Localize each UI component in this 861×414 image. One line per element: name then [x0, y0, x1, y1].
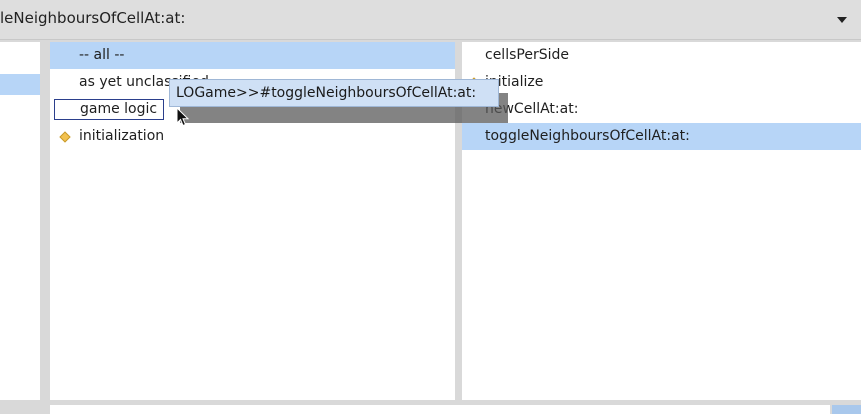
protocol-label: game logic	[80, 101, 158, 117]
method-item-cellsperside[interactable]: cellsPerSide	[462, 42, 861, 69]
code-pane[interactable]	[50, 405, 830, 414]
selected-class-row[interactable]	[0, 74, 40, 95]
dropdown-arrow-icon[interactable]	[837, 17, 847, 23]
scrollbar-strip[interactable]	[832, 405, 861, 414]
selector-text: leNeighboursOfCellAt:at:	[0, 9, 186, 27]
override-diamond-icon	[59, 131, 71, 143]
class-list-pane[interactable]	[0, 42, 40, 400]
drop-target-box[interactable]: game logic	[54, 99, 164, 120]
method-label: toggleNeighboursOfCellAt:at:	[485, 128, 690, 144]
protocol-item-initialization[interactable]: initialization	[50, 123, 455, 150]
mouse-cursor-icon	[176, 107, 190, 127]
method-label: cellsPerSide	[485, 47, 569, 63]
method-item-initialize[interactable]: initialize	[462, 69, 861, 96]
method-item-toggleneighbours[interactable]: toggleNeighboursOfCellAt:at:	[462, 123, 861, 150]
method-list-pane[interactable]: cellsPerSide initialize newCellAt:at: to…	[462, 42, 861, 400]
protocol-item-all[interactable]: -- all --	[50, 42, 455, 69]
protocol-label: initialization	[79, 128, 165, 144]
drag-tooltip: LOGame>>#toggleNeighboursOfCellAt:at:	[169, 79, 499, 107]
protocol-label: -- all --	[79, 47, 125, 63]
method-selector-bar[interactable]: leNeighboursOfCellAt:at:	[0, 0, 861, 40]
browser-window: leNeighboursOfCellAt:at: -- all -- as ye…	[0, 0, 861, 414]
method-item-newcellat[interactable]: newCellAt:at:	[462, 96, 861, 123]
